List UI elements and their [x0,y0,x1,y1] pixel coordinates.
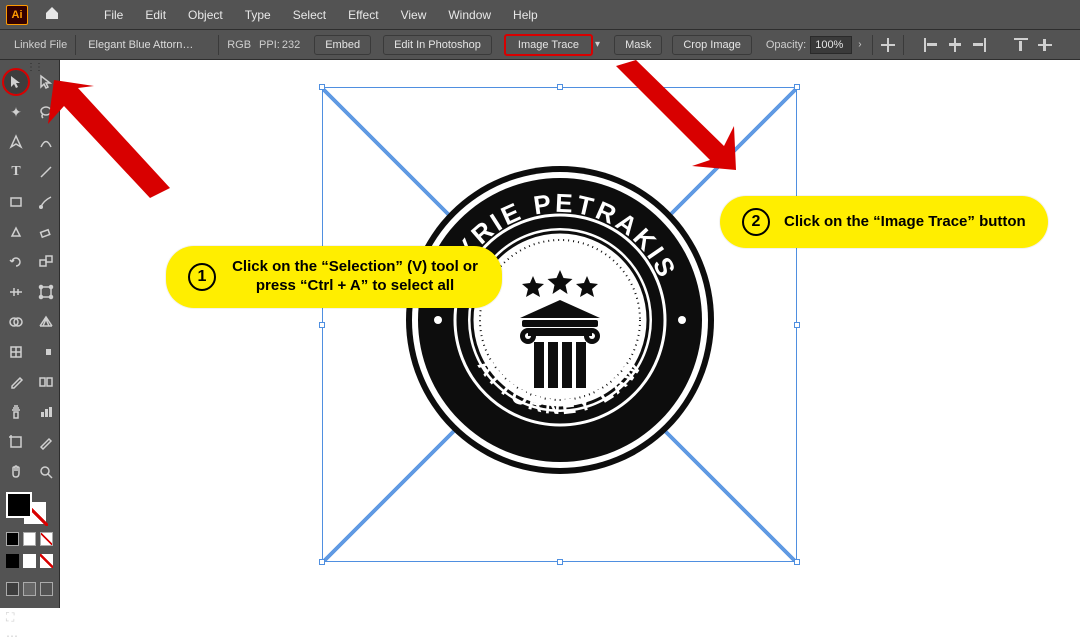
resize-handle[interactable] [794,559,800,565]
none-mode-icon[interactable] [40,554,53,568]
opacity-label: Opacity: [766,39,806,51]
resize-handle[interactable] [794,322,800,328]
menu-item[interactable]: Select [283,4,336,26]
shaper-tool[interactable] [4,220,28,244]
column-graph-tool[interactable] [34,400,58,424]
opacity-field: Opacity: 100% › [766,36,864,54]
annotation-arrow-2 [600,60,740,170]
swap-fill-stroke-icon[interactable] [23,532,36,546]
linked-file-label: Linked File [14,39,67,51]
resize-handle[interactable] [319,322,325,328]
app-logo-icon: Ai [6,5,28,25]
draw-behind-icon[interactable] [23,582,36,596]
color-mode-label: RGB [227,39,251,51]
chevron-right-icon[interactable]: › [856,39,863,50]
transform-icon[interactable] [881,38,895,52]
pen-tool[interactable] [4,130,28,154]
hand-tool[interactable] [4,460,28,484]
none-swatch-icon[interactable] [40,532,53,546]
callout-number: 2 [742,208,770,236]
shape-builder-tool[interactable] [4,310,28,334]
menu-item[interactable]: Edit [135,4,176,26]
app-top-bar: Ai File Edit Object Type Select Effect V… [0,0,1080,29]
menu-item[interactable]: Object [178,4,233,26]
width-tool[interactable] [4,280,28,304]
fill-stroke-swatches[interactable] [6,492,53,568]
align-center-icon[interactable] [948,38,962,52]
align-right-icon[interactable] [972,38,986,52]
draw-modes [6,582,53,596]
align-top-icon[interactable] [1014,38,1028,52]
placed-image-logo[interactable]: KYRIE PETRAKIS ATTORNEY LAW [400,160,720,480]
callout-2: 2 Click on the “Image Trace” button [720,196,1048,248]
ppi-label: PPI: [259,39,280,51]
color-mode-icon[interactable] [6,554,19,568]
menu-item[interactable]: Type [235,4,281,26]
gradient-tool[interactable] [34,340,58,364]
menu-item[interactable]: View [391,4,437,26]
fill-swatch[interactable] [6,492,32,518]
default-fill-stroke-icon[interactable] [6,532,19,546]
rectangle-tool[interactable] [4,190,28,214]
gradient-mode-icon[interactable] [23,554,36,568]
menu-item[interactable]: File [94,4,133,26]
resize-handle[interactable] [557,84,563,90]
menu-item[interactable]: Effect [338,4,388,26]
symbol-sprayer-tool[interactable] [4,400,28,424]
eraser-tool[interactable] [34,220,58,244]
draw-inside-icon[interactable] [40,582,53,596]
scale-tool[interactable] [34,250,58,274]
selection-tool[interactable] [4,70,28,94]
image-trace-button[interactable]: Image Trace [504,34,593,56]
edit-in-photoshop-button[interactable]: Edit In Photoshop [383,35,492,55]
edit-toolbar-icon[interactable]: ⋯ [6,629,53,643]
opacity-input[interactable]: 100% [810,36,852,54]
main-menu: File Edit Object Type Select Effect View… [94,4,548,26]
menu-item[interactable]: Window [438,4,501,26]
zoom-tool[interactable] [34,460,58,484]
free-transform-tool[interactable] [34,280,58,304]
slice-tool[interactable] [34,430,58,454]
align-middle-icon[interactable] [1038,38,1052,52]
draw-normal-icon[interactable] [6,582,19,596]
ppi-value: 232 [282,39,300,51]
eyedropper-tool[interactable] [4,370,28,394]
resize-handle[interactable] [794,84,800,90]
panel-grip-icon[interactable]: ⋮⋮ [26,62,42,73]
resize-handle[interactable] [319,559,325,565]
control-bar: Linked File Elegant Blue Attorney L… RGB… [0,29,1080,60]
home-icon[interactable] [38,5,66,24]
menu-item[interactable]: Help [503,4,548,26]
embed-button[interactable]: Embed [314,35,371,55]
magic-wand-tool[interactable]: ✦ [4,100,28,124]
callout-1: 1 Click on the “Selection” (V) tool or p… [166,246,502,308]
rotate-tool[interactable] [4,250,28,274]
align-left-icon[interactable] [924,38,938,52]
mesh-tool[interactable] [4,340,28,364]
callout-text: Click on the “Image Trace” button [784,213,1026,232]
chevron-down-icon[interactable]: ▾ [593,39,602,50]
artboard-tool[interactable] [4,430,28,454]
crop-image-button[interactable]: Crop Image [672,35,751,55]
document-canvas[interactable]: KYRIE PETRAKIS ATTORNEY LAW 1 Click on t… [60,60,1080,608]
resize-handle[interactable] [557,559,563,565]
type-tool[interactable]: T [4,160,28,184]
annotation-arrow-1 [40,80,180,200]
callout-text: Click on the “Selection” (V) tool or pre… [230,258,480,296]
screen-mode-icon[interactable]: ⛶ [6,610,53,625]
callout-number: 1 [188,263,216,291]
resize-handle[interactable] [319,84,325,90]
blend-tool[interactable] [34,370,58,394]
linked-filename[interactable]: Elegant Blue Attorney L… [84,37,210,53]
perspective-grid-tool[interactable] [34,310,58,334]
mask-button[interactable]: Mask [614,35,662,55]
